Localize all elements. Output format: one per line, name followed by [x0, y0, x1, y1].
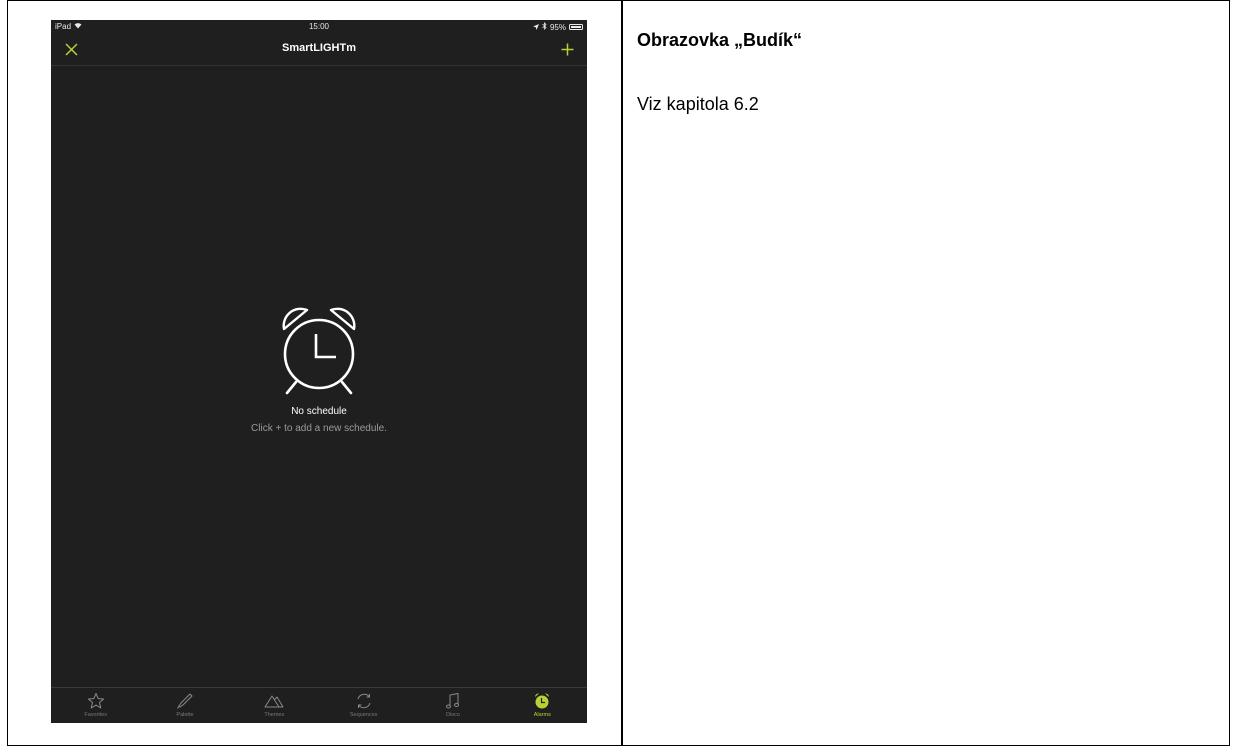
tab-favorites[interactable]: Favorites — [51, 688, 140, 723]
tab-alarms[interactable]: Alarms — [498, 688, 587, 723]
tab-themes[interactable]: Themes — [230, 688, 319, 723]
empty-state-title: No schedule — [291, 406, 347, 417]
alarm-icon — [535, 693, 550, 709]
tab-label: Themes — [264, 712, 285, 718]
refresh-icon — [357, 693, 371, 709]
tab-label: Disco — [446, 712, 460, 718]
tab-label: Favorites — [84, 712, 107, 718]
empty-state-subtitle: Click + to add a new schedule. — [251, 423, 387, 434]
music-note-icon — [445, 692, 459, 709]
navigation-bar: SmartLIGHTm — [51, 34, 587, 66]
mountain-icon — [264, 695, 284, 708]
battery-percent: 95% — [549, 22, 566, 32]
section-text: Viz kapitola 6.2 — [637, 94, 759, 114]
tab-label: Palette — [176, 712, 194, 718]
tab-disco[interactable]: Disco — [408, 688, 497, 723]
tab-bar: Favorites Palette Themes Sequences Disco… — [51, 687, 587, 723]
tab-sequences[interactable]: Sequences — [319, 688, 408, 723]
plus-icon — [561, 43, 573, 55]
tab-palette[interactable]: Palette — [140, 688, 229, 723]
star-icon — [87, 693, 104, 709]
pipette-icon — [177, 693, 193, 709]
empty-state: No schedule Click + to add a new schedul… — [51, 302, 587, 434]
clock: 15:00 — [308, 22, 330, 31]
alarm-clock-icon — [282, 307, 356, 395]
add-schedule-button[interactable] — [556, 38, 578, 60]
tab-label: Alarms — [533, 712, 551, 718]
table-divider — [621, 0, 623, 746]
bluetooth-icon — [542, 22, 547, 32]
tab-label: Sequences — [349, 712, 378, 718]
location-icon — [532, 23, 539, 32]
battery-icon — [569, 24, 583, 30]
ipad-screenshot: iPad 15:00 95% SmartLIGHTm No schedule C… — [51, 20, 587, 723]
status-bar: iPad 15:00 95% — [51, 20, 587, 33]
section-heading: Obrazovka „Budík“ — [637, 30, 803, 50]
app-title: SmartLIGHTm — [282, 42, 356, 54]
